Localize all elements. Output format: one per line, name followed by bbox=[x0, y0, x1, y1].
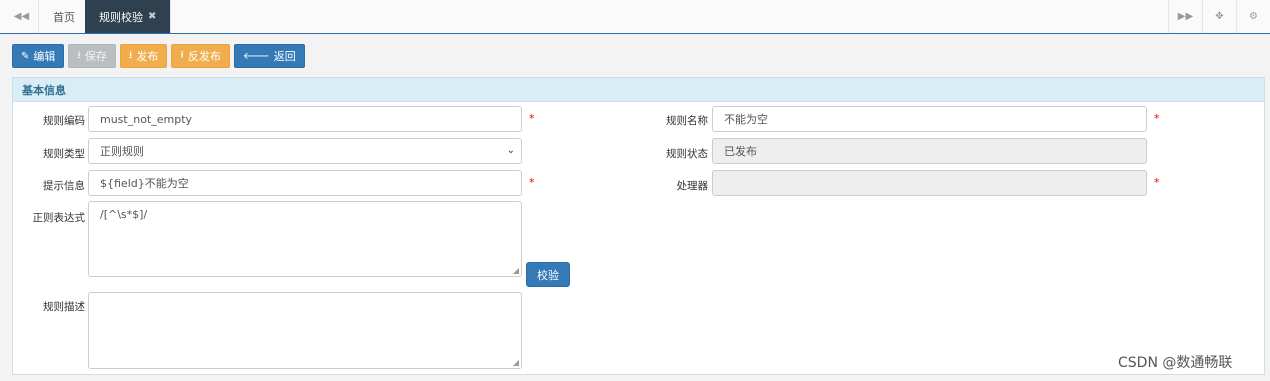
tab-rule-check-label: 规则校验 bbox=[99, 10, 143, 24]
toolbar: ✎ 编辑 ⭳ 保存 ⭳ 发布 ⭱ 反发布 🡐 返回 bbox=[12, 44, 305, 68]
rule-type-selected: 正则规则 bbox=[100, 145, 144, 158]
upload-icon: ⭱ bbox=[180, 49, 184, 61]
fullscreen-icon[interactable]: ✥ bbox=[1202, 0, 1236, 33]
rule-name-label: 规则名称 bbox=[666, 115, 708, 127]
publish-button-label: 发布 bbox=[136, 50, 159, 63]
arrow-left-icon: 🡐 bbox=[242, 51, 270, 62]
processor-label: 处理器 bbox=[676, 180, 709, 192]
required-mark: * bbox=[529, 112, 535, 125]
download-icon: ⭳ bbox=[128, 49, 133, 61]
tab-rule-check[interactable]: 规则校验 ✖ bbox=[85, 0, 172, 33]
rule-status-field: 已发布 bbox=[712, 138, 1147, 164]
required-mark: * bbox=[1154, 112, 1160, 125]
edit-button-label: 编辑 bbox=[33, 50, 56, 63]
back-button[interactable]: 🡐 返回 bbox=[233, 44, 305, 68]
tab-home[interactable]: 首页 bbox=[39, 0, 90, 33]
unpublish-button-label: 反发布 bbox=[187, 50, 221, 63]
unpublish-button[interactable]: ⭱ 反发布 bbox=[171, 44, 230, 68]
scroll-tabs-left-icon[interactable]: ◀◀ bbox=[5, 0, 39, 33]
processor-field[interactable] bbox=[712, 170, 1147, 196]
rule-code-label: 规则编码 bbox=[43, 115, 85, 127]
rule-code-input[interactable]: must_not_empty bbox=[88, 106, 522, 132]
edit-icon: ✎ bbox=[21, 50, 30, 62]
regex-textarea[interactable]: /[^\s*$]/ ◢ bbox=[88, 201, 522, 277]
download-icon: ⭳ bbox=[77, 49, 81, 61]
rule-type-label: 规则类型 bbox=[43, 148, 85, 160]
resize-handle-icon[interactable]: ◢ bbox=[513, 266, 519, 275]
resize-handle-icon[interactable]: ◢ bbox=[513, 358, 519, 367]
regex-label: 正则表达式 bbox=[32, 212, 86, 224]
save-button[interactable]: ⭳ 保存 bbox=[68, 44, 116, 68]
close-tab-icon[interactable]: ✖ bbox=[148, 11, 156, 22]
desc-label: 规则描述 bbox=[43, 301, 85, 313]
rule-name-input[interactable]: 不能为空 bbox=[712, 106, 1147, 132]
regex-value: /[^\s*$]/ bbox=[100, 208, 148, 221]
required-mark: * bbox=[1154, 176, 1160, 189]
basic-info-panel: 基本信息 规则编码 must_not_empty * 规则名称 不能为空 * 规… bbox=[12, 77, 1265, 375]
rule-status-label: 规则状态 bbox=[666, 148, 708, 160]
tab-bar: ◀◀ 首页 规则校验 ✖ ▶▶ ✥ ⚙ bbox=[0, 0, 1270, 34]
required-mark: * bbox=[529, 176, 535, 189]
tab-home-label: 首页 bbox=[53, 10, 75, 24]
back-button-label: 返回 bbox=[273, 50, 296, 63]
scroll-tabs-right-icon[interactable]: ▶▶ bbox=[1168, 0, 1202, 33]
hint-input[interactable]: ${field}不能为空 bbox=[88, 170, 522, 196]
gear-icon[interactable]: ⚙ bbox=[1236, 0, 1270, 33]
rule-type-select[interactable]: 正则规则 ⌄ bbox=[88, 138, 522, 164]
save-button-label: 保存 bbox=[84, 50, 107, 63]
publish-button[interactable]: ⭳ 发布 bbox=[119, 44, 168, 68]
hint-label: 提示信息 bbox=[43, 180, 85, 192]
watermark: CSDN @数通畅联 bbox=[1118, 355, 1233, 371]
edit-button[interactable]: ✎ 编辑 bbox=[12, 44, 65, 68]
chevron-down-icon: ⌄ bbox=[506, 145, 515, 156]
check-button[interactable]: 校验 bbox=[526, 262, 570, 287]
panel-title: 基本信息 bbox=[13, 78, 1264, 102]
desc-textarea[interactable]: ◢ bbox=[88, 292, 522, 369]
